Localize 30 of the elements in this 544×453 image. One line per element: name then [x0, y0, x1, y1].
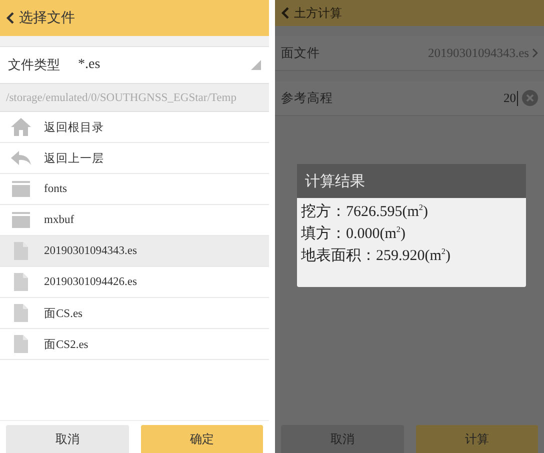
result-line: 挖方：7626.595(m$^{2}$) [301, 202, 430, 221]
result-line: 填方：0.000(m$^{2}$) [301, 224, 407, 243]
page-title: 土方计算 [294, 4, 342, 22]
row-label: 参考高程 [281, 90, 334, 106]
item-name: 返回上一层 [44, 152, 104, 166]
home-icon [10, 117, 32, 137]
item-name: 20190301094343.es [44, 245, 137, 257]
item-name: mxbuf [44, 214, 74, 226]
item-name: 面CS2.es [44, 338, 88, 352]
clear-icon[interactable] [522, 90, 538, 106]
item-name: fonts [44, 183, 67, 195]
file-list-item[interactable]: 20190301094343.es [0, 236, 269, 267]
dialog-title: 计算结果 [297, 164, 526, 198]
folder-icon [10, 180, 32, 198]
chevron-right-icon [532, 48, 538, 58]
folder-icon [10, 211, 32, 229]
result-line: 地表面积：259.920(m$^{2}$) [301, 246, 452, 265]
confirm-button[interactable]: 确定 [140, 425, 263, 453]
row-label: 面文件 [281, 44, 321, 62]
dropdown-triangle-icon [251, 60, 261, 70]
page-title: 选择文件 [19, 9, 75, 27]
back-arrow-icon [10, 150, 32, 166]
item-name: 20190301094426.es [44, 276, 137, 288]
item-name: 返回根目录 [44, 120, 104, 134]
cancel-button[interactable]: 取消 [6, 425, 128, 453]
item-name: 面CS.es [44, 306, 83, 320]
back-icon[interactable] [6, 12, 14, 24]
back-icon[interactable] [281, 7, 289, 19]
file-type-dropdown[interactable]: 文件类型 *.es [0, 46, 269, 83]
path-text: /storage/emulated/0/SOUTHGNSS_EGStar/Temp [0, 83, 269, 112]
